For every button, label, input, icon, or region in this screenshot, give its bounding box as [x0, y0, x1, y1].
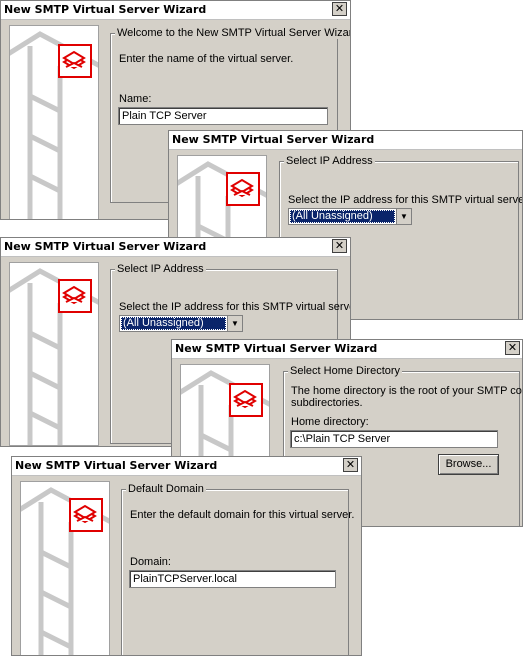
- instruction-text: Enter the name of the virtual server.: [119, 53, 294, 65]
- ip-address-value: (All Unassigned): [121, 317, 226, 330]
- wizard-art-panel: [9, 25, 99, 219]
- window-title: New SMTP Virtual Server Wizard: [175, 342, 378, 355]
- domain-input[interactable]: PlainTCPServer.local: [129, 570, 336, 588]
- close-icon[interactable]: ✕: [343, 458, 358, 472]
- description-text-continued: subdirectories.: [291, 397, 363, 409]
- instruction-text: Select the IP address for this SMTP virt…: [119, 301, 351, 313]
- smtp-mail-logo-icon: [58, 44, 92, 78]
- close-icon[interactable]: ✕: [332, 239, 347, 253]
- section-title: Select IP Address: [284, 155, 375, 167]
- section-title: Default Domain: [126, 483, 206, 495]
- section-title: Welcome to the New SMTP Virtual Server W…: [115, 27, 350, 39]
- title-bar[interactable]: New SMTP Virtual Server Wizard ✕: [1, 1, 350, 20]
- smtp-mail-logo-icon: [226, 172, 260, 206]
- name-label: Name:: [119, 93, 152, 105]
- smtp-mail-logo-icon: [229, 383, 263, 417]
- home-directory-label: Home directory:: [291, 416, 369, 428]
- description-text: The home directory is the root of your S…: [291, 385, 523, 397]
- title-bar[interactable]: New SMTP Virtual Server Wizard: [169, 131, 522, 150]
- ip-address-select[interactable]: (All Unassigned) ▼: [119, 315, 243, 332]
- ip-address-select[interactable]: (All Unassigned) ▼: [288, 208, 412, 225]
- smtp-mail-logo-icon: [58, 279, 92, 313]
- chevron-down-icon[interactable]: ▼: [396, 209, 411, 224]
- close-icon[interactable]: ✕: [505, 341, 520, 355]
- section-title: Select Home Directory: [288, 365, 403, 377]
- window-title: New SMTP Virtual Server Wizard: [15, 459, 218, 472]
- section-title: Select IP Address: [115, 263, 206, 275]
- window-title: New SMTP Virtual Server Wizard: [4, 3, 207, 16]
- name-input[interactable]: Plain TCP Server: [118, 107, 328, 125]
- domain-label: Domain:: [130, 556, 171, 568]
- window-title: New SMTP Virtual Server Wizard: [4, 240, 207, 253]
- wizard-art-panel: [9, 262, 99, 446]
- wizard-art-panel: [20, 481, 110, 655]
- close-icon[interactable]: ✕: [332, 2, 347, 16]
- browse-button[interactable]: Browse...: [438, 454, 499, 475]
- wizard-dialog-default-domain: New SMTP Virtual Server Wizard ✕ Default…: [11, 456, 362, 656]
- smtp-mail-logo-icon: [69, 498, 103, 532]
- title-bar[interactable]: New SMTP Virtual Server Wizard ✕: [1, 238, 350, 257]
- instruction-text: Enter the default domain for this virtua…: [130, 509, 355, 521]
- window-title: New SMTP Virtual Server Wizard: [172, 133, 375, 146]
- ip-address-value: (All Unassigned): [290, 210, 395, 223]
- home-directory-input[interactable]: c:\Plain TCP Server: [290, 430, 498, 448]
- instruction-text: Select the IP address for this SMTP virt…: [288, 194, 523, 206]
- title-bar[interactable]: New SMTP Virtual Server Wizard ✕: [12, 457, 361, 476]
- chevron-down-icon[interactable]: ▼: [227, 316, 242, 331]
- title-bar[interactable]: New SMTP Virtual Server Wizard ✕: [172, 340, 522, 359]
